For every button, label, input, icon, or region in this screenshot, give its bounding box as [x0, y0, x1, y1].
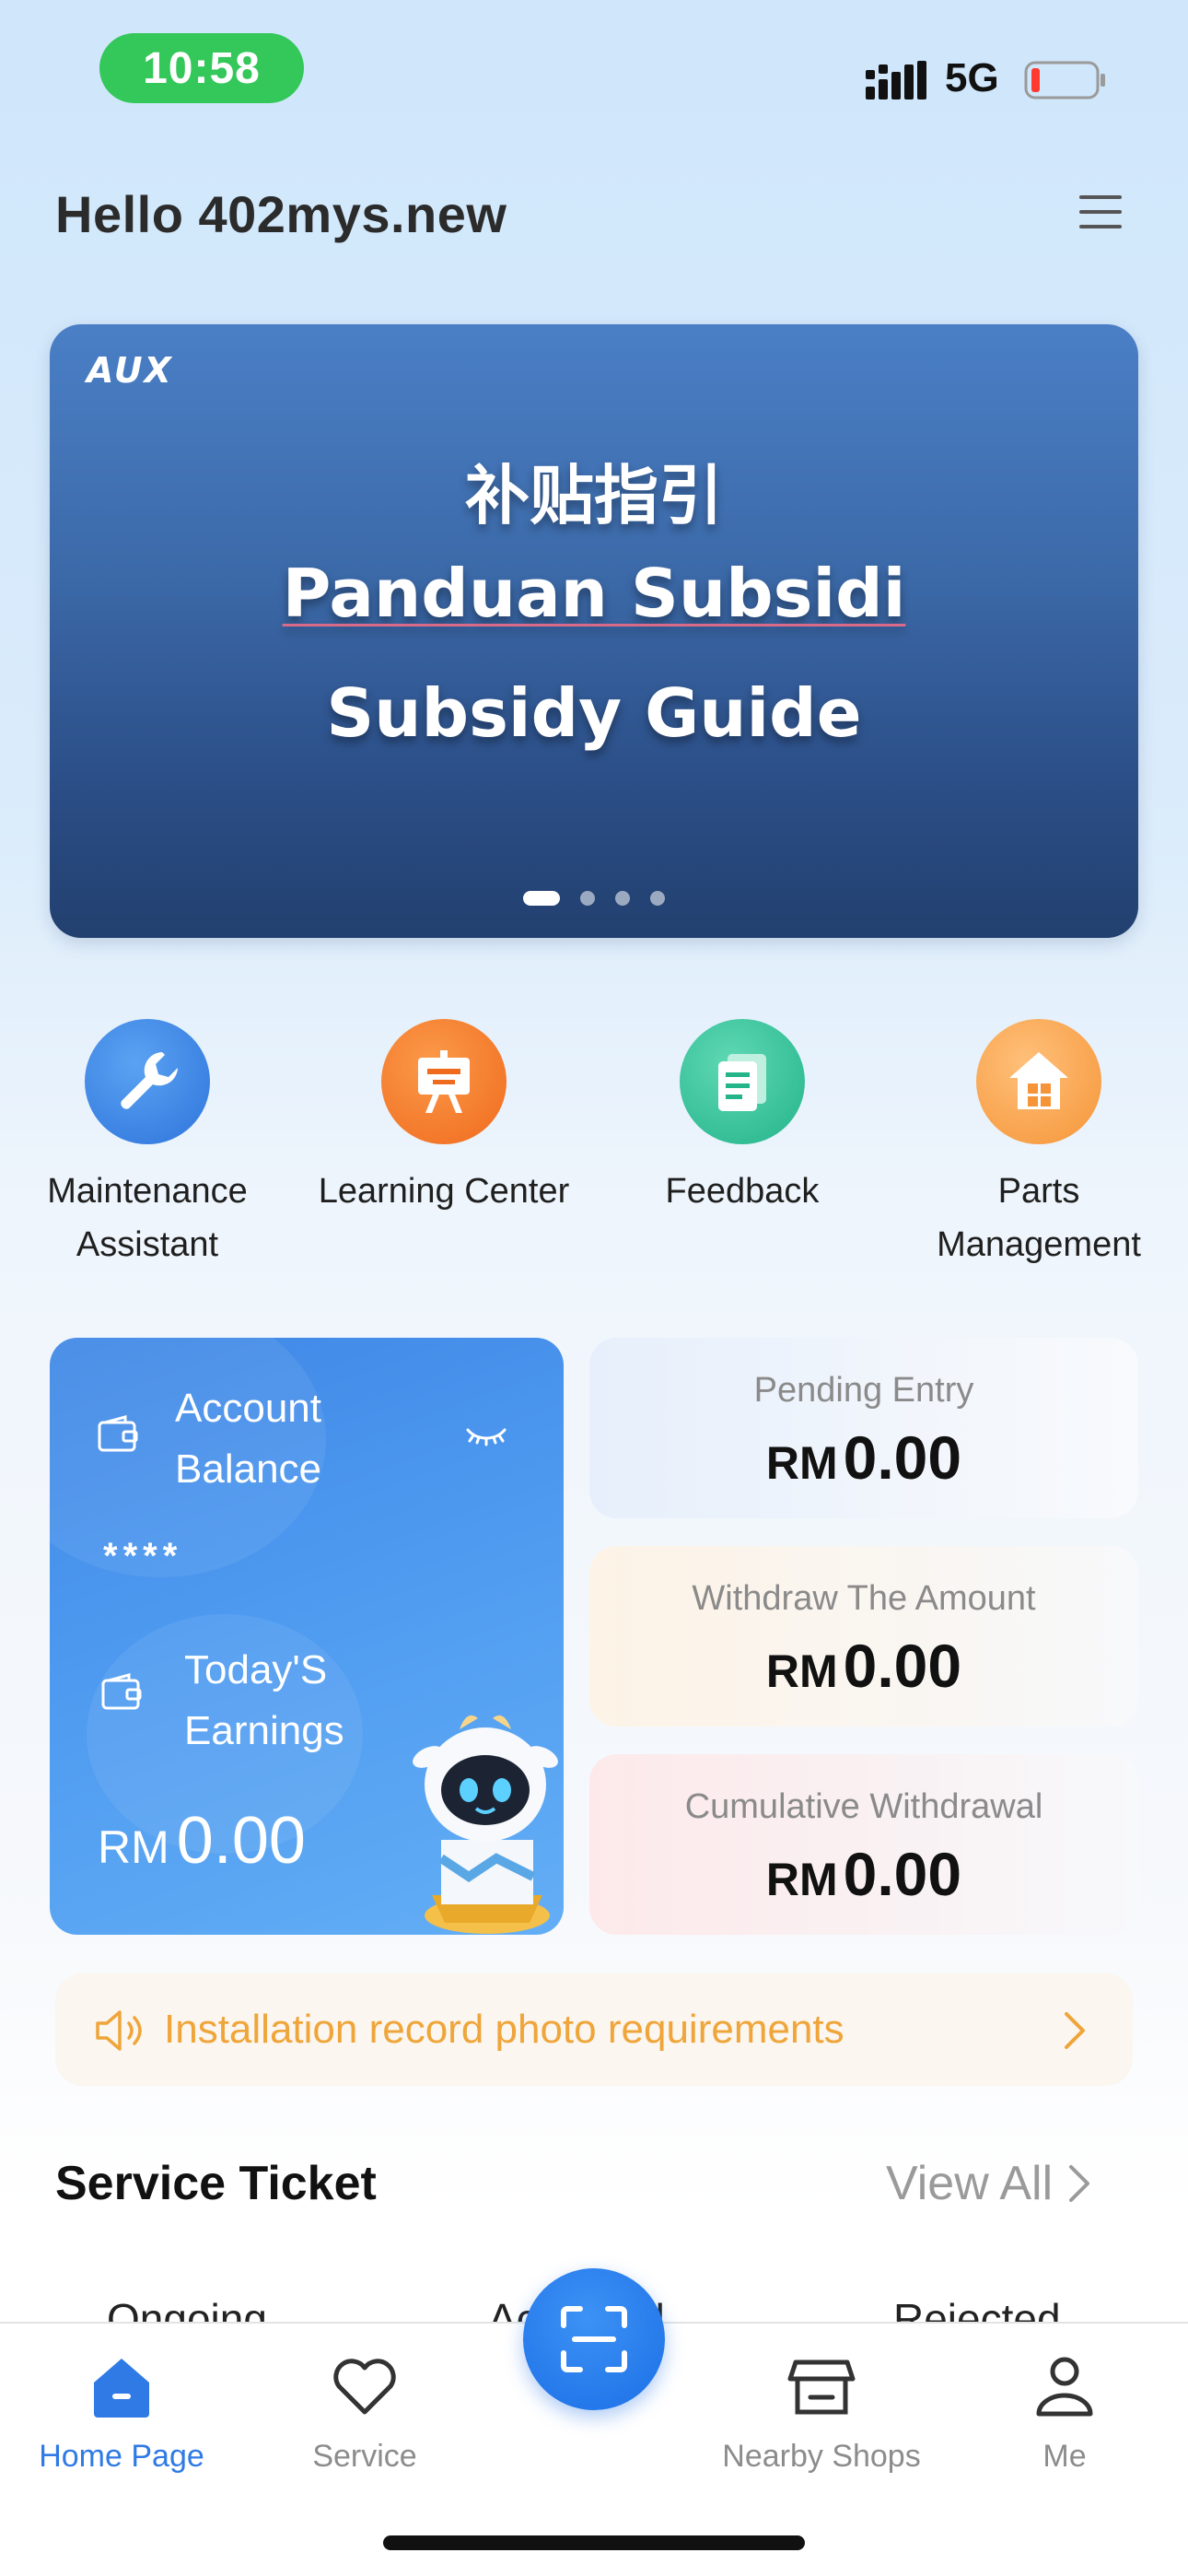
learning-center-button[interactable]: Learning Center — [297, 1019, 591, 1218]
learning-center-label: Learning Center — [318, 1172, 570, 1211]
withdraw-amount-card[interactable]: Withdraw The Amount RM0.00 — [589, 1546, 1138, 1727]
documents-icon — [680, 1019, 805, 1144]
nav-home-page[interactable]: Home Page — [11, 2351, 232, 2475]
nav-me[interactable]: Me — [954, 2351, 1175, 2475]
carousel-dot[interactable] — [523, 891, 560, 906]
installation-notice-bar[interactable]: Installation record photo requirements — [55, 1973, 1133, 2086]
battery-icon — [1024, 61, 1105, 100]
todays-earnings-label: Today'S Earnings — [184, 1647, 344, 1753]
aux-logo: AUX — [87, 350, 173, 391]
parts-management-label: Parts Management — [937, 1172, 1141, 1264]
subsidy-guide-banner[interactable]: AUX 补贴指引 Panduan Subsidi Subsidy Guide — [50, 324, 1138, 938]
pending-entry-card[interactable]: Pending Entry RM0.00 — [589, 1338, 1138, 1518]
cumulative-withdrawal-label: Cumulative Withdrawal — [684, 1787, 1043, 1826]
todays-earnings-amount: RM 0.00 — [98, 1804, 306, 1878]
hide-balance-icon[interactable] — [464, 1423, 508, 1448]
speaker-icon — [96, 2010, 142, 2051]
house-box-icon — [976, 1019, 1101, 1144]
maintenance-assistant-button[interactable]: Maintenance Assistant — [0, 1019, 295, 1271]
feedback-button[interactable]: Feedback — [595, 1019, 890, 1218]
nav-service-label: Service — [312, 2439, 417, 2474]
banner-title-malay: Panduan Subsidi — [282, 555, 906, 632]
withdraw-amount-label: Withdraw The Amount — [692, 1579, 1036, 1618]
tab-rejected[interactable]: Rejected — [893, 2294, 1061, 2322]
chevron-right-icon — [1069, 2165, 1090, 2202]
user-icon — [1036, 2357, 1093, 2417]
parts-management-button[interactable]: Parts Management — [891, 1019, 1186, 1271]
easel-icon — [381, 1019, 507, 1144]
account-balance-card[interactable]: Account Balance **** Today'S Earnings RM… — [50, 1338, 564, 1935]
pending-entry-amount: RM0.00 — [765, 1423, 962, 1492]
banner-title-english: Subsidy Guide — [326, 674, 862, 752]
wrench-icon — [85, 1019, 210, 1144]
account-balance-label: Account Balance — [175, 1386, 322, 1492]
robot-mascot-illustration — [413, 1715, 558, 1934]
chevron-right-icon — [1065, 2012, 1085, 2049]
withdraw-amount-value: RM0.00 — [765, 1632, 962, 1700]
heart-icon — [333, 2359, 396, 2415]
view-all-link[interactable]: View All — [886, 2156, 1093, 2211]
masked-balance: **** — [103, 1536, 183, 1576]
cumulative-withdrawal-card[interactable]: Cumulative Withdrawal RM0.00 — [589, 1754, 1138, 1935]
scan-icon — [561, 2306, 627, 2372]
status-bar: 10:58 5G — [0, 0, 1188, 138]
carousel-dot[interactable] — [580, 891, 595, 906]
wallet-icon — [101, 1673, 142, 1710]
cumulative-withdrawal-amount: RM0.00 — [765, 1840, 962, 1908]
maintenance-assistant-label: Maintenance Assistant — [47, 1172, 248, 1264]
home-indicator — [383, 2535, 805, 2550]
cellular-signal-icon — [866, 61, 926, 100]
nav-nearby-shops-label: Nearby Shops — [722, 2439, 921, 2474]
pending-entry-label: Pending Entry — [753, 1371, 974, 1410]
nav-me-label: Me — [1042, 2439, 1087, 2474]
carousel-dot[interactable] — [615, 891, 630, 906]
store-icon — [787, 2359, 856, 2415]
menu-icon[interactable] — [1076, 190, 1127, 236]
carousel-indicator — [50, 891, 1138, 906]
notice-text: Installation record photo requirements — [164, 2007, 844, 2052]
status-time: 10:58 — [99, 33, 304, 103]
feedback-label: Feedback — [665, 1172, 820, 1211]
nav-nearby-shops[interactable]: Nearby Shops — [711, 2351, 932, 2475]
service-ticket-title: Service Ticket — [55, 2157, 377, 2210]
home-icon — [94, 2359, 149, 2418]
network-type: 5G — [945, 55, 999, 100]
tab-ongoing[interactable]: Ongoing — [107, 2294, 267, 2322]
carousel-dot[interactable] — [650, 891, 665, 906]
nav-service[interactable]: Service — [254, 2351, 475, 2475]
wallet-icon — [98, 1415, 138, 1452]
greeting-title: Hello 402mys.new — [55, 185, 507, 243]
nav-home-label: Home Page — [39, 2439, 204, 2474]
scan-button[interactable] — [523, 2268, 665, 2410]
banner-title-chinese: 补贴指引 — [465, 458, 723, 533]
view-all-label: View All — [886, 2157, 1054, 2210]
